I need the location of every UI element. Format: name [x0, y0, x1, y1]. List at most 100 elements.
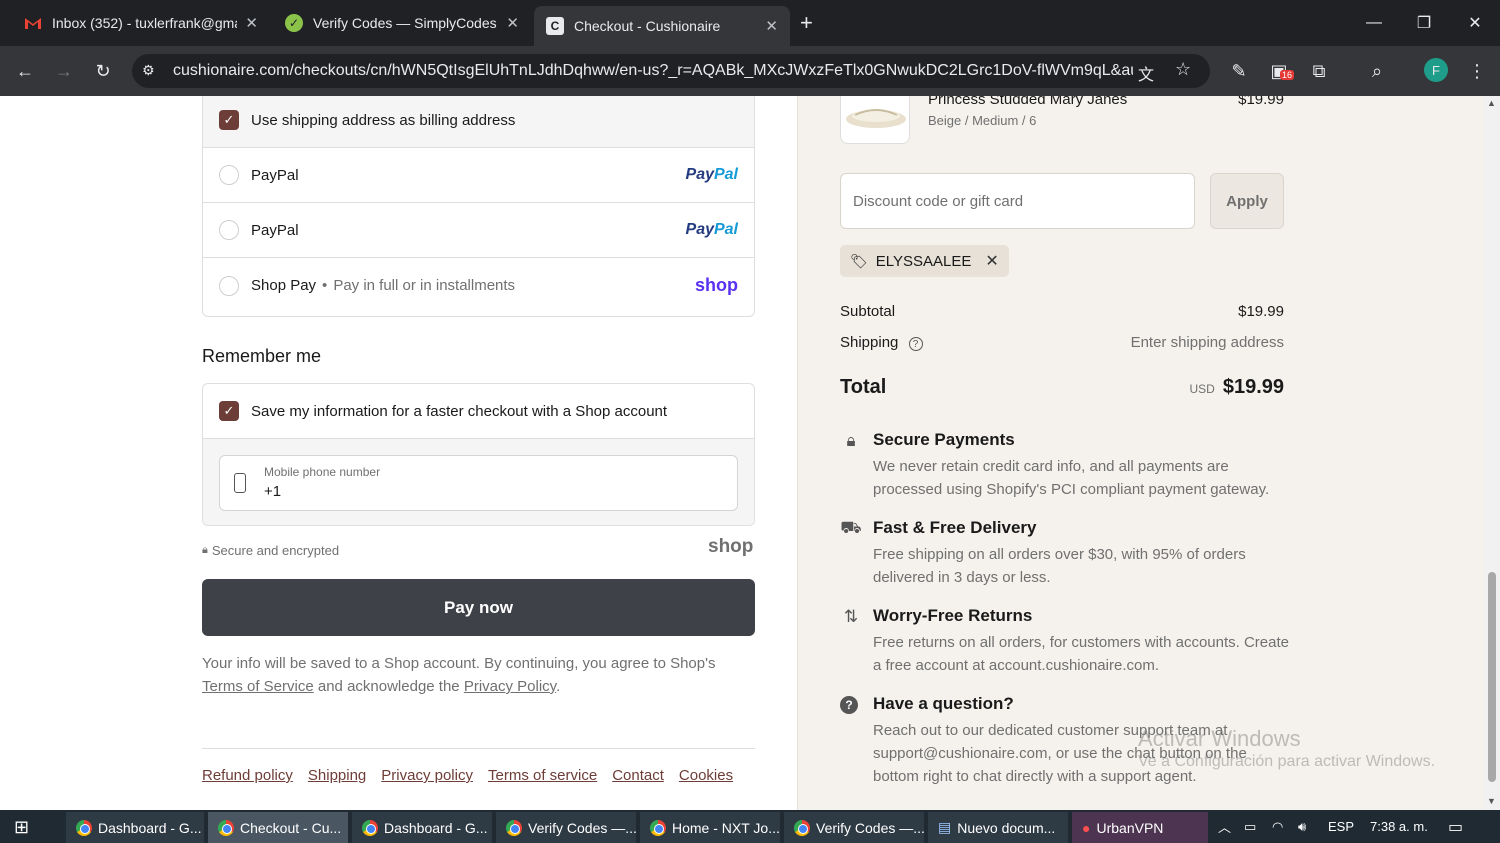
tab-checkout[interactable]: C Checkout - Cushionaire ✕ [534, 6, 790, 46]
pay-now-button[interactable]: Pay now [202, 579, 755, 636]
taskbar-app[interactable]: Verify Codes —... [784, 812, 924, 843]
radio-button[interactable] [219, 220, 239, 240]
scroll-down-icon[interactable]: ▼ [1487, 796, 1496, 806]
terms-of-service-link[interactable]: Terms of service [488, 767, 597, 784]
forward-icon[interactable]: → [51, 58, 77, 84]
apply-discount-button[interactable]: Apply [1210, 173, 1284, 229]
privacy-policy-link[interactable]: Privacy Policy [464, 678, 556, 695]
shop-logo: shop [708, 536, 754, 557]
terms-of-service-link[interactable]: Terms of Service [202, 678, 314, 695]
phone-value[interactable]: +1 [264, 483, 281, 500]
close-tab-icon[interactable]: ✕ [765, 17, 778, 35]
footer-links: Refund policy Shipping Privacy policy Te… [202, 767, 733, 784]
task-view-icon[interactable]: ⊞ [14, 817, 40, 837]
payment-option-label: Shop Pay [251, 277, 317, 294]
bookmark-star-icon[interactable]: ☆ [1175, 59, 1191, 80]
taskbar-app[interactable]: Dashboard - G... [66, 812, 204, 843]
scroll-thumb[interactable] [1488, 572, 1496, 782]
shop-logo: shop [695, 275, 738, 295]
payment-option-paypal[interactable]: PayPal PayPal [203, 148, 754, 203]
taskbar-app[interactable]: Dashboard - G... [352, 812, 492, 843]
menu-icon[interactable]: ⋮ [1464, 58, 1490, 84]
secure-label: Secure and encrypted [211, 543, 340, 558]
privacy-policy-link[interactable]: Privacy policy [381, 767, 473, 784]
subtotal-row: Subtotal $19.99 [840, 303, 1284, 320]
tab-search-icon[interactable]: ⌕ [1364, 58, 1390, 84]
volume-icon[interactable]: 🔊︎ [1298, 810, 1306, 843]
minimize-icon[interactable]: — [1349, 0, 1399, 46]
wifi-icon[interactable]: ◠ [1272, 810, 1283, 843]
radio-button[interactable] [219, 165, 239, 185]
tab-strip: Inbox (352) - tuxlerfrank@gmail ✕ ✓ Veri… [0, 0, 1500, 46]
total-label: Total [840, 376, 887, 398]
translate-icon[interactable]: 文 [1138, 61, 1154, 85]
billing-label: Use shipping address as billing address [251, 111, 516, 129]
save-info-option[interactable]: ✓ Save my information for a faster check… [203, 384, 754, 439]
disclaimer-text: . [556, 678, 561, 695]
divider [202, 748, 755, 749]
language-indicator[interactable]: ESP [1328, 810, 1354, 843]
taskbar-app[interactable]: ▤ Nuevo docum... [928, 812, 1068, 843]
taskbar-app-label: Dashboard - G... [98, 819, 202, 836]
urbanvpn-icon: ● [1082, 819, 1091, 836]
tab-simplycodes[interactable]: ✓ Verify Codes — SimplyCodes ✕ [273, 6, 531, 40]
returns-icon: ⇅ [843, 607, 859, 626]
mobile-phone-field[interactable]: Mobile phone number +1 [219, 455, 738, 511]
taskbar-app[interactable]: Checkout - Cu... [208, 812, 348, 843]
taskbar-app-label: Home - NXT Jo... [672, 819, 780, 836]
payment-option-paypal[interactable]: PayPal PayPal [203, 203, 754, 258]
taskbar-app-label: Verify Codes —... [816, 819, 924, 836]
discount-code-input[interactable] [840, 173, 1195, 229]
extension-pen-icon[interactable]: ✎ [1226, 58, 1252, 84]
remove-discount-icon[interactable]: ✕ [985, 251, 998, 271]
payment-option-sublabel: Pay in full or in installments [333, 277, 516, 294]
restore-icon[interactable]: ❐ [1399, 0, 1449, 46]
checkbox-checked-icon[interactable]: ✓ [219, 401, 239, 421]
show-hidden-icons-icon[interactable]: ︿ [1218, 810, 1231, 843]
tab-gmail[interactable]: Inbox (352) - tuxlerfrank@gmail ✕ [12, 6, 270, 40]
profile-avatar[interactable]: F [1424, 58, 1448, 82]
reload-icon[interactable]: ↻ [90, 58, 116, 84]
battery-icon[interactable]: ▭ [1244, 810, 1256, 843]
help-icon[interactable]: ? [908, 337, 923, 351]
new-tab-icon[interactable]: + [800, 10, 813, 36]
scroll-up-icon[interactable]: ▲ [1487, 98, 1496, 108]
taskbar-app[interactable]: ● UrbanVPN [1072, 812, 1208, 843]
paypal-logo: PayPal [685, 166, 738, 183]
radio-button[interactable] [219, 275, 239, 296]
notifications-icon[interactable]: ▭ [1448, 810, 1463, 843]
chrome-icon [218, 819, 234, 836]
address-bar[interactable]: ⚙ cushionaire.com/checkouts/cn/hWN5QtIsg… [132, 54, 1210, 88]
close-tab-icon[interactable]: ✕ [245, 14, 258, 32]
checkbox-checked-icon[interactable]: ✓ [219, 110, 239, 130]
feature-title: Have a question? [873, 694, 1014, 713]
taskbar-app-label: Nuevo docum... [957, 819, 1056, 836]
chrome-icon [362, 819, 378, 836]
close-window-icon[interactable]: ✕ [1450, 0, 1500, 46]
close-tab-icon[interactable]: ✕ [506, 14, 519, 32]
chrome-icon [506, 819, 522, 836]
taskbar-app[interactable]: Home - NXT Jo... [640, 812, 780, 843]
gmail-icon [24, 14, 42, 32]
taskbar-app[interactable]: Verify Codes —... [496, 812, 636, 843]
simplycodes-icon: ✓ [285, 14, 303, 32]
refund-policy-link[interactable]: Refund policy [202, 767, 293, 784]
contact-link[interactable]: Contact [612, 767, 664, 784]
clock[interactable]: 7:38 a. m. [1370, 810, 1428, 843]
truck-icon: ⛟ [840, 518, 862, 537]
url-text[interactable]: cushionaire.com/checkouts/cn/hWN5QtIsgEl… [173, 62, 1133, 80]
feature-desc: Free returns on all orders, for customer… [873, 634, 1290, 674]
site-settings-icon[interactable]: ⚙ [142, 62, 160, 80]
product-name: Princess Studded Mary Janes [928, 96, 1128, 108]
cushionaire-icon: C [546, 17, 564, 35]
page-scrollbar[interactable]: ▲ ▼ [1484, 96, 1500, 810]
chrome-icon [650, 819, 666, 836]
payment-option-shoppay[interactable]: Shop Pay • Pay in full or in installment… [203, 258, 754, 313]
extensions-puzzle-icon[interactable]: ⧉ [1306, 58, 1332, 84]
billing-same-option[interactable]: ✓ Use shipping address as billing addres… [203, 96, 754, 148]
extension-vpn-icon[interactable]: ▣ 16 [1266, 58, 1295, 84]
payment-option-label: PayPal [251, 166, 299, 184]
cookies-link[interactable]: Cookies [679, 767, 733, 784]
back-icon[interactable]: ← [12, 58, 38, 84]
shipping-link[interactable]: Shipping [308, 767, 366, 784]
